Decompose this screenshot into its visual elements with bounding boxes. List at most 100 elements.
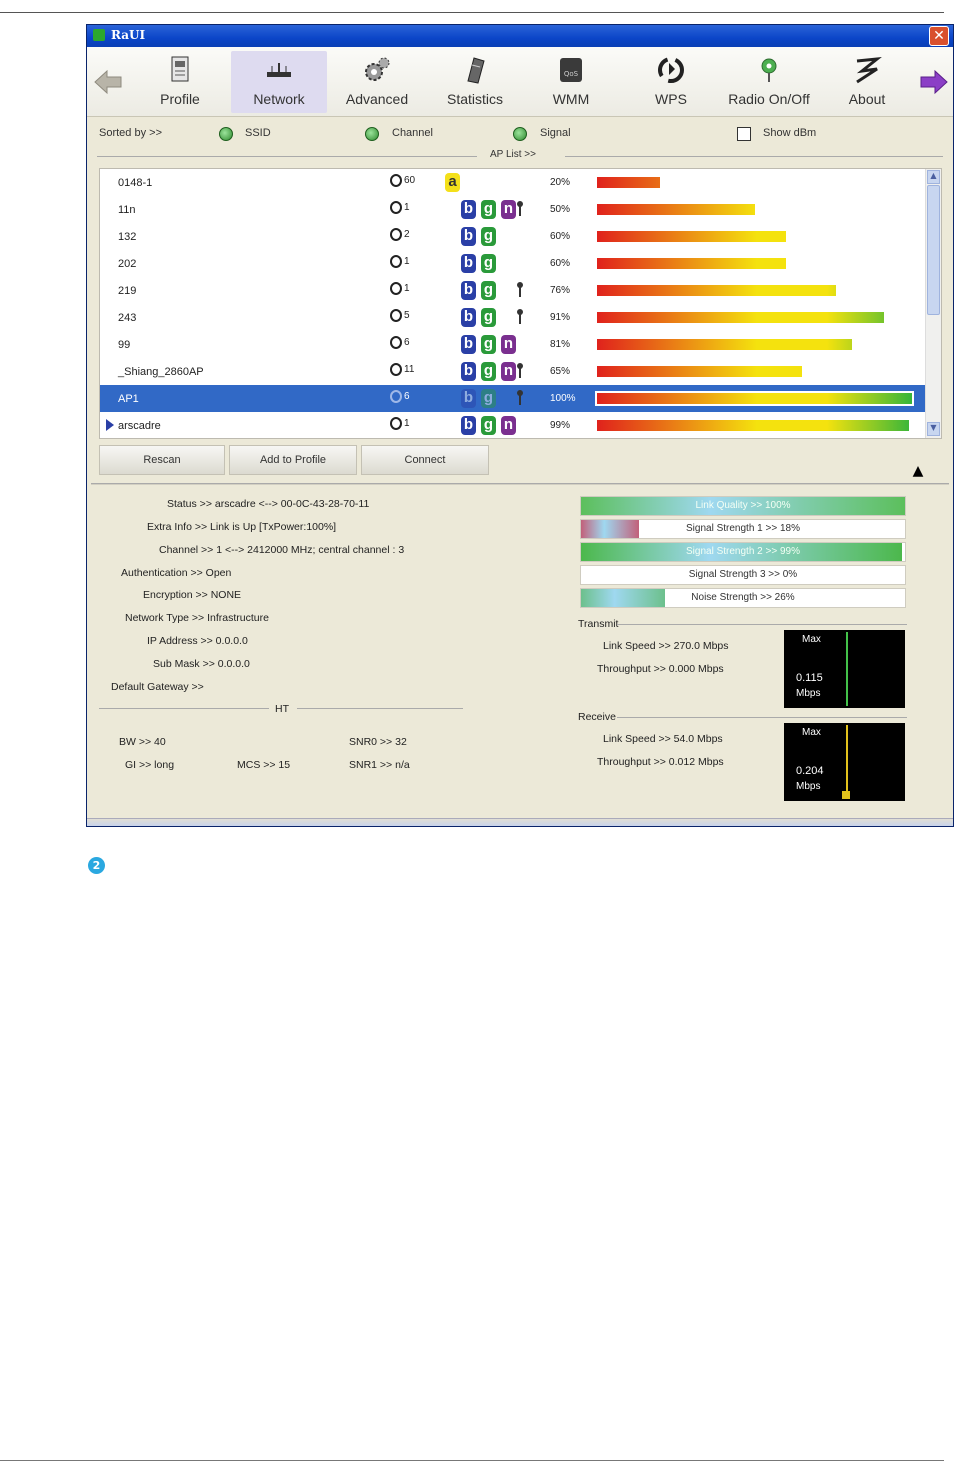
ap-channel-number: 1 (404, 202, 410, 213)
toolbar-radio[interactable]: Radio On/Off (713, 51, 825, 113)
channel-icon (390, 417, 402, 430)
rx-graph-trace (846, 725, 848, 799)
ap-signal-percent: 100% (550, 393, 576, 404)
sort-channel-label: Channel (392, 127, 433, 139)
ap-channel-number: 6 (404, 391, 410, 402)
show-dbm-label: Show dBm (763, 127, 817, 139)
channel-icon (390, 336, 402, 349)
ap-ssid: arscadre (118, 420, 161, 432)
toolbar-label: WMM (552, 91, 590, 107)
gears-icon (365, 57, 390, 81)
ap-signal-bar (597, 231, 786, 242)
ap-row[interactable]: 99 6 b g n 81% (100, 331, 926, 358)
signal-meter: Signal Strength 3 >> 0% (580, 565, 906, 585)
ap-row[interactable]: 132 2 b g 60% (100, 223, 926, 250)
meter-label: Signal Strength 2 >> 99% (686, 546, 800, 557)
ap-row[interactable]: AP1 6 b g 100% (100, 385, 926, 412)
rescan-button[interactable]: Rescan (99, 445, 225, 475)
connect-button[interactable]: Connect (361, 445, 489, 475)
ap-list-header: AP List >> (97, 149, 943, 163)
receive-graph: Max 0.204 Mbps (784, 723, 905, 801)
ap-channel: 2 (390, 228, 430, 241)
channel-icon (390, 255, 402, 268)
sort-ssid-radio[interactable] (219, 127, 233, 141)
ap-row[interactable]: 202 1 b g 60% (100, 250, 926, 277)
wps-icon (658, 57, 684, 83)
status-text: Status >> arscadre <--> 00-0C-43-28-70-1… (167, 498, 370, 510)
mode-a-badge: a (445, 173, 460, 192)
toolbar-profile[interactable]: Profile (137, 51, 223, 113)
ap-row[interactable]: _Shiang_2860AP 11 b g n 65% (100, 358, 926, 385)
back-arrow-icon[interactable] (93, 69, 123, 95)
ap-row[interactable]: 219 1 b g 76% (100, 277, 926, 304)
ap-signal-bar (597, 420, 909, 431)
mode-b-badge: b (461, 362, 476, 381)
ap-channel: 6 (390, 390, 430, 403)
ap-signal-bar (595, 391, 914, 406)
wps-key-icon (517, 363, 523, 378)
add-to-profile-button[interactable]: Add to Profile (229, 445, 357, 475)
ap-signal-bar (597, 204, 755, 215)
ap-row[interactable]: 0148-1 60 a 20% (100, 169, 926, 196)
network-type-text: Network Type >> Infrastructure (125, 612, 269, 624)
bw-text: BW >> 40 (119, 736, 166, 748)
toolbar-about[interactable]: About (827, 51, 907, 113)
ap-ssid: 243 (118, 312, 137, 324)
toolbar-wmm[interactable]: QoS WMM (531, 51, 611, 113)
page-top-rule (0, 12, 944, 13)
sort-signal-radio[interactable] (513, 127, 527, 141)
router-icon (267, 63, 291, 77)
mode-n-badge: n (501, 335, 516, 354)
toolbar-label: About (848, 91, 886, 107)
ap-row[interactable]: 243 5 b g 91% (100, 304, 926, 331)
scroll-thumb[interactable] (927, 185, 940, 315)
mode-b-badge: b (461, 254, 476, 273)
collapse-button[interactable]: ▲ (887, 463, 949, 483)
wps-key-icon (517, 201, 523, 216)
scroll-up-button[interactable]: ▲ (927, 170, 940, 184)
sort-bar: Sorted by >> SSID Channel Signal Show dB… (87, 119, 953, 145)
rx-graph-value: 0.204 (796, 765, 824, 777)
mode-b-badge: b (461, 389, 476, 408)
ap-row[interactable]: 11n 1 b g n 50% (100, 196, 926, 223)
tx-throughput-text: Throughput >> 0.000 Mbps (597, 663, 724, 675)
title-bar[interactable]: RaUI ✕ (87, 25, 953, 47)
default-gateway-text: Default Gateway >> (111, 681, 204, 693)
tx-graph-max-label: Max (802, 634, 821, 645)
rx-throughput-text: Throughput >> 0.012 Mbps (597, 756, 724, 768)
wps-key-icon (517, 390, 523, 405)
ap-channel: 1 (390, 282, 430, 295)
rx-link-speed-text: Link Speed >> 54.0 Mbps (603, 733, 723, 745)
close-button[interactable]: ✕ (929, 26, 949, 46)
gi-text: GI >> long (125, 759, 175, 771)
toolbar-advanced[interactable]: Advanced (331, 51, 423, 113)
radio-icon (761, 58, 777, 82)
sort-ssid-label: SSID (245, 127, 271, 139)
mode-n-badge: n (501, 416, 516, 435)
meter-label: Link Quality >> 100% (695, 500, 791, 511)
ap-row[interactable]: arscadre 1 b g n 99% (100, 412, 926, 438)
forward-arrow-icon[interactable] (919, 69, 949, 95)
ap-list[interactable]: 0148-1 60 a 20% 11n 1 b g n 50% 132 2 b g 60% 202 1 b g 60%… (99, 168, 942, 439)
show-dbm-checkbox[interactable] (737, 127, 751, 141)
ap-list-scrollbar[interactable]: ▲ ▼ (925, 169, 941, 438)
profile-icon (171, 56, 189, 82)
tx-graph-value: 0.115 (796, 672, 823, 684)
snr1-text: SNR1 >> n/a (349, 759, 410, 771)
ap-channel: 5 (390, 309, 430, 322)
meter-label: Signal Strength 1 >> 18% (686, 523, 800, 534)
receive-label: Receive (578, 711, 616, 723)
toolbar-statistics[interactable]: Statistics (427, 51, 523, 113)
encryption-text: Encryption >> NONE (143, 589, 242, 601)
toolbar-network[interactable]: Network (231, 51, 327, 113)
toolbar-wps[interactable]: WPS (631, 51, 711, 113)
wmm-icon: QoS (560, 58, 582, 82)
toolbar-label: WPS (655, 91, 687, 107)
window-bottom-bar (87, 818, 953, 826)
transmit-label: Transmit (578, 618, 619, 630)
snr0-text: SNR0 >> 32 (349, 736, 407, 748)
sort-channel-radio[interactable] (365, 127, 379, 141)
ap-channel-number: 5 (404, 310, 410, 321)
sub-mask-text: Sub Mask >> 0.0.0.0 (153, 658, 250, 670)
scroll-down-button[interactable]: ▼ (927, 422, 940, 436)
